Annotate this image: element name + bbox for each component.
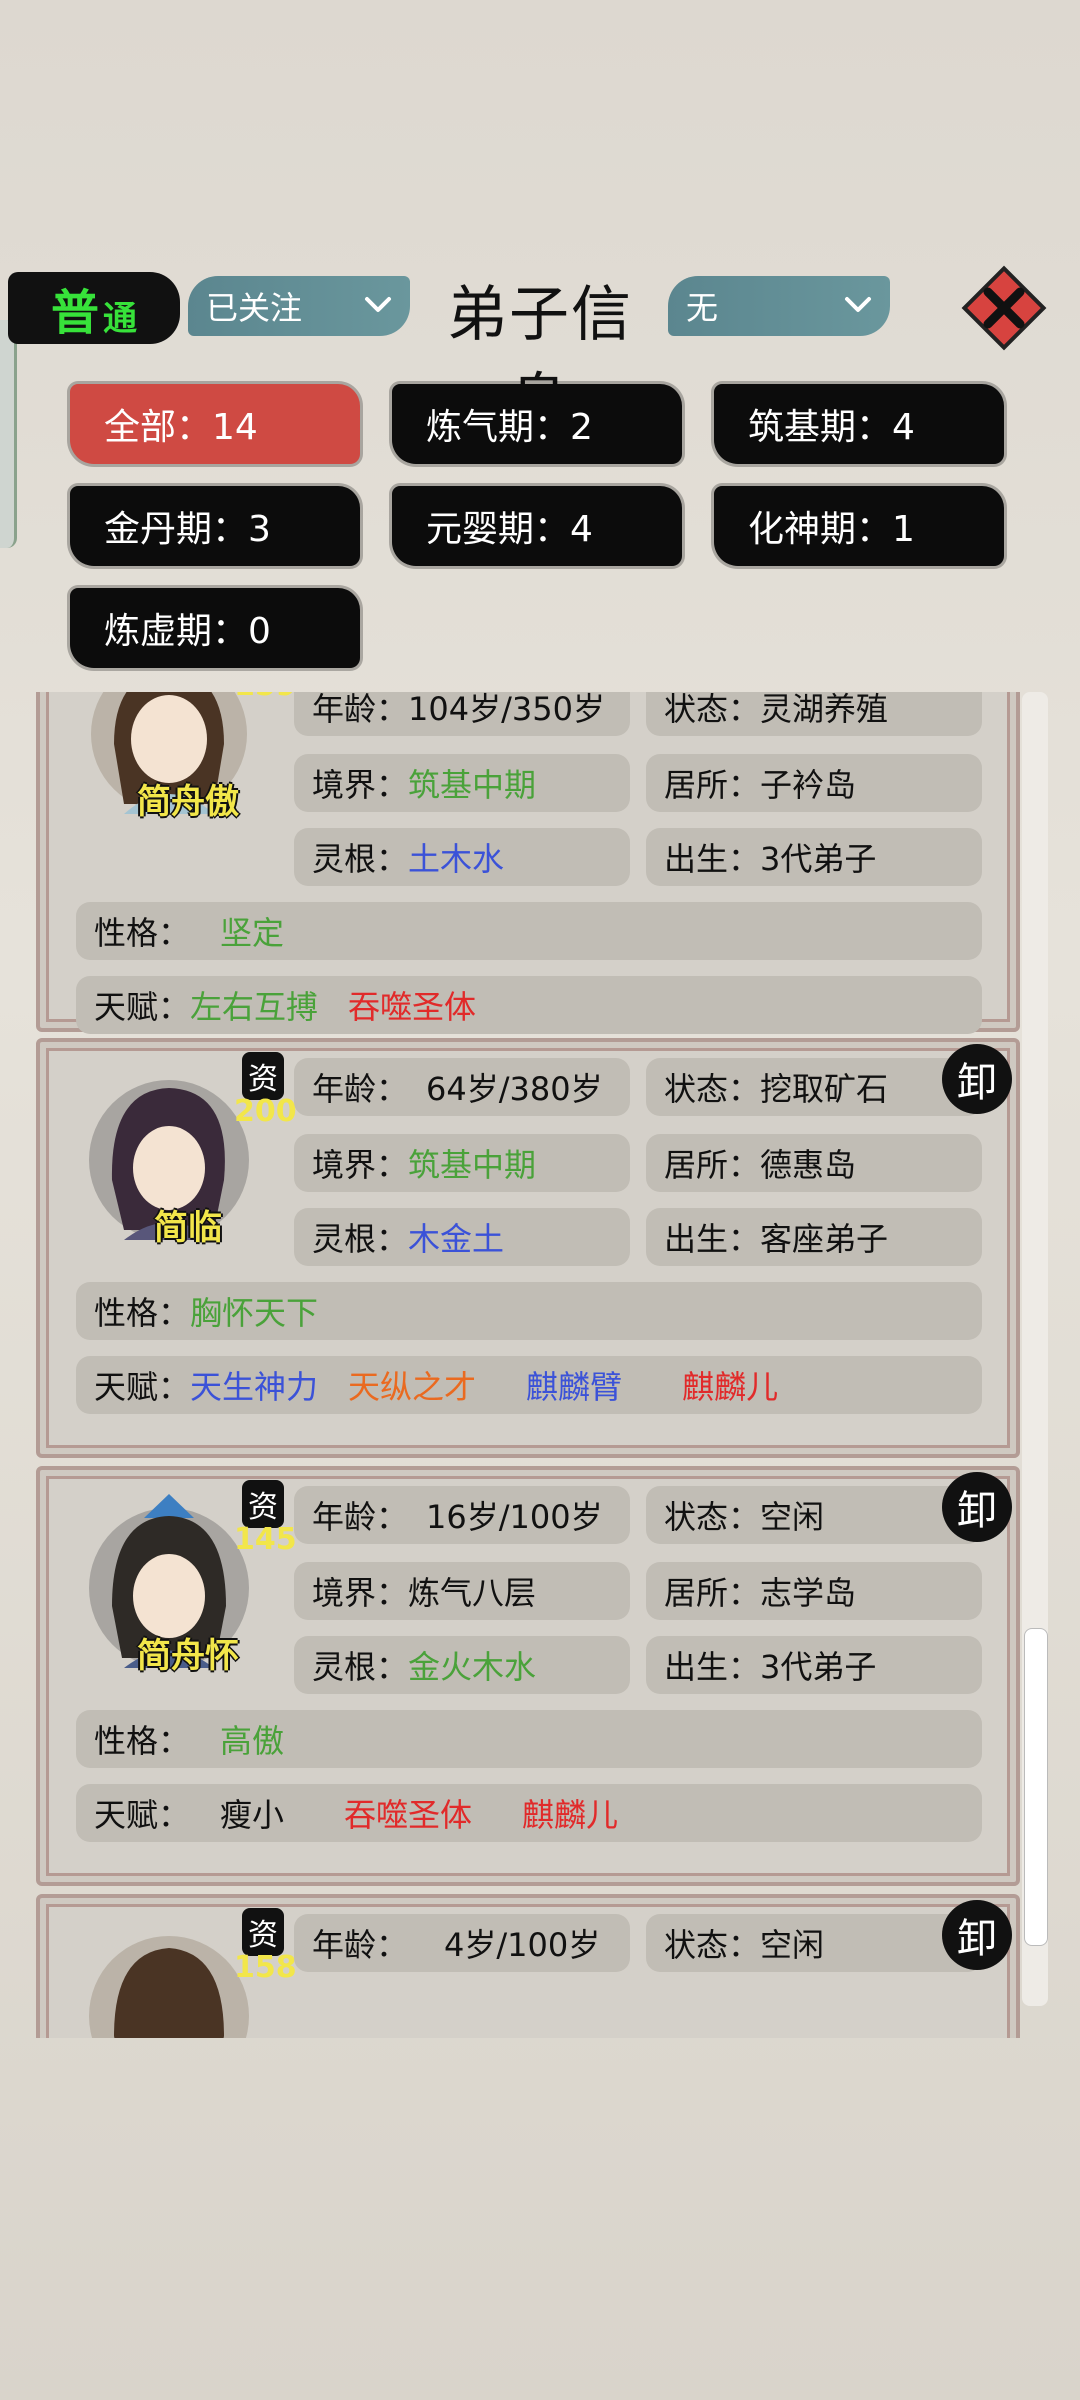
status-field: 状态： 灵湖养殖 (646, 692, 982, 736)
age-value: 16岁/100岁 (426, 1498, 603, 1536)
disciple-name: 简临 (154, 1208, 222, 1248)
disciple-list[interactable]: 资 159 简舟傲 年龄：104岁/350岁 状态：灵湖养殖 境界：筑基中期 居… (36, 692, 1020, 2038)
age-field: 年龄： 104岁/350岁 (294, 692, 630, 736)
talent-field: 天赋： 天生神力 天纵之才 麒麟臂 麒麟儿 (76, 1356, 982, 1414)
status-field: 状态： 空闲 (646, 1486, 982, 1544)
talent-field: 天赋： 左右互搏 吞噬圣体 (76, 976, 982, 1034)
talent-tag: 吞噬圣体 (344, 1796, 473, 1834)
root-field: 灵根： 木金土 (294, 1208, 630, 1266)
follow-filter-value: 已关注 (206, 289, 303, 327)
residence-value: 志学岛 (760, 1574, 857, 1612)
personality-field: 性格： 胸怀天下 (76, 1282, 982, 1340)
seal-icon[interactable]: 卸 (942, 1472, 1012, 1542)
talent-field: 天赋： 瘦小 吞噬圣体 麒麟儿 (76, 1784, 982, 1842)
follow-filter-dropdown[interactable]: 已关注 (188, 276, 410, 336)
birth-field: 出生： 3代弟子 (646, 828, 982, 886)
chevron-down-icon (845, 297, 871, 312)
personality-value: 坚定 (220, 914, 285, 952)
birth-field: 出生： 3代弟子 (646, 1636, 982, 1694)
realm-field: 境界： 筑基中期 (294, 1134, 630, 1192)
aptitude-label: 资 (242, 1052, 284, 1100)
birth-value: 客座弟子 (760, 1220, 889, 1258)
chip-jindan[interactable]: 金丹期：3 (70, 486, 360, 566)
birth-field: 出生： 客座弟子 (646, 1208, 982, 1266)
realm-value: 筑基中期 (408, 766, 537, 804)
root-field: 灵根： 金火木水 (294, 1636, 630, 1694)
birth-value: 3代弟子 (760, 840, 877, 878)
residence-value: 德惠岛 (760, 1146, 857, 1184)
realm-value: 筑基中期 (408, 1146, 537, 1184)
realm-field: 境界： 炼气八层 (294, 1562, 630, 1620)
chip-zhuji[interactable]: 筑基期：4 (714, 384, 1004, 464)
aptitude-value: 158 (234, 1950, 297, 1985)
disciple-card[interactable]: 资 158 年龄： 4岁/100岁 状态： 空闲 卸 (36, 1894, 1020, 2038)
chevron-down-icon (365, 297, 391, 312)
side-panel-edge[interactable] (0, 320, 17, 548)
age-value: 64岁/380岁 (426, 1070, 603, 1108)
status-field: 状态： 挖取矿石 (646, 1058, 982, 1116)
talent-tag: 麒麟儿 (682, 1368, 779, 1406)
age-field: 年龄： 64岁/380岁 (294, 1058, 630, 1116)
chip-all[interactable]: 全部：14 (70, 384, 360, 464)
disciple-card[interactable]: 资 159 简舟傲 年龄：104岁/350岁 状态：灵湖养殖 境界：筑基中期 居… (36, 692, 1020, 1034)
disciple-name: 简舟傲 (137, 782, 239, 822)
talent-tag: 吞噬圣体 (348, 988, 477, 1026)
root-value: 木金土 (408, 1220, 505, 1258)
personality-value: 胸怀天下 (190, 1294, 319, 1332)
realm-field: 境界： 筑基中期 (294, 754, 630, 812)
residence-field: 居所： 子衿岛 (646, 754, 982, 812)
birth-value: 3代弟子 (760, 1648, 877, 1686)
aptitude-value: 200 (234, 1094, 297, 1129)
status-value: 空闲 (760, 1498, 825, 1536)
aptitude-value: 145 (234, 1522, 297, 1557)
aptitude-label: 资 (242, 1480, 284, 1528)
personality-field: 性格： 高傲 (76, 1710, 982, 1768)
talent-tag: 左右互搏 (190, 988, 319, 1026)
chip-yuanying[interactable]: 元婴期：4 (392, 486, 682, 566)
residence-field: 居所： 德惠岛 (646, 1134, 982, 1192)
disciple-name: 简舟怀 (137, 1636, 239, 1676)
secondary-filter-value: 无 (686, 289, 719, 327)
talent-tag: 麒麟儿 (522, 1796, 619, 1834)
residence-field: 居所： 志学岛 (646, 1562, 982, 1620)
seal-icon[interactable]: 卸 (942, 1044, 1012, 1114)
chip-lianxu[interactable]: 炼虚期：0 (70, 588, 360, 668)
talent-tag: 天纵之才 (348, 1368, 477, 1406)
mode-label-a: 普 (50, 285, 99, 341)
status-value: 挖取矿石 (760, 1070, 889, 1108)
secondary-filter-dropdown[interactable]: 无 (668, 276, 890, 336)
aptitude-label: 资 (242, 1908, 284, 1956)
chip-lianqi[interactable]: 炼气期：2 (392, 384, 682, 464)
age-field: 年龄： 4岁/100岁 (294, 1914, 630, 1972)
realm-value: 炼气八层 (408, 1574, 537, 1612)
status-field: 状态： 空闲 (646, 1914, 982, 1972)
aptitude-value: 159 (234, 692, 297, 703)
talent-tag: 麒麟臂 (526, 1368, 623, 1406)
disciple-card[interactable]: 资 200 简临 年龄： 64岁/380岁 状态： 挖取矿石 境界： 筑基中期 居所：… (36, 1038, 1020, 1458)
status-value: 空闲 (760, 1926, 825, 1964)
chip-huashen[interactable]: 化神期：1 (714, 486, 1004, 566)
personality-value: 高傲 (220, 1722, 285, 1760)
status-value: 灵湖养殖 (760, 692, 889, 728)
talent-tag: 瘦小 (220, 1796, 285, 1834)
talent-tag: 天生神力 (190, 1368, 319, 1406)
mode-toggle-button[interactable]: 普 通 (8, 272, 180, 344)
root-value: 金火木水 (408, 1648, 537, 1686)
residence-value: 子衿岛 (760, 766, 857, 804)
age-value: 4岁/100岁 (444, 1926, 601, 1964)
personality-field: 性格： 坚定 (76, 902, 982, 960)
seal-icon[interactable]: 卸 (942, 1900, 1012, 1970)
age-value: 104岁/350岁 (408, 692, 605, 728)
mode-label-b: 通 (103, 298, 137, 339)
scrollbar-thumb[interactable] (1024, 1628, 1048, 1946)
close-icon[interactable] (960, 264, 1048, 352)
disciple-card[interactable]: 资 145 简舟怀 年龄： 16岁/100岁 状态： 空闲 境界： 炼气八层 居所：志… (36, 1466, 1020, 1886)
root-field: 灵根： 土木水 (294, 828, 630, 886)
root-value: 土木水 (408, 840, 505, 878)
age-field: 年龄： 16岁/100岁 (294, 1486, 630, 1544)
